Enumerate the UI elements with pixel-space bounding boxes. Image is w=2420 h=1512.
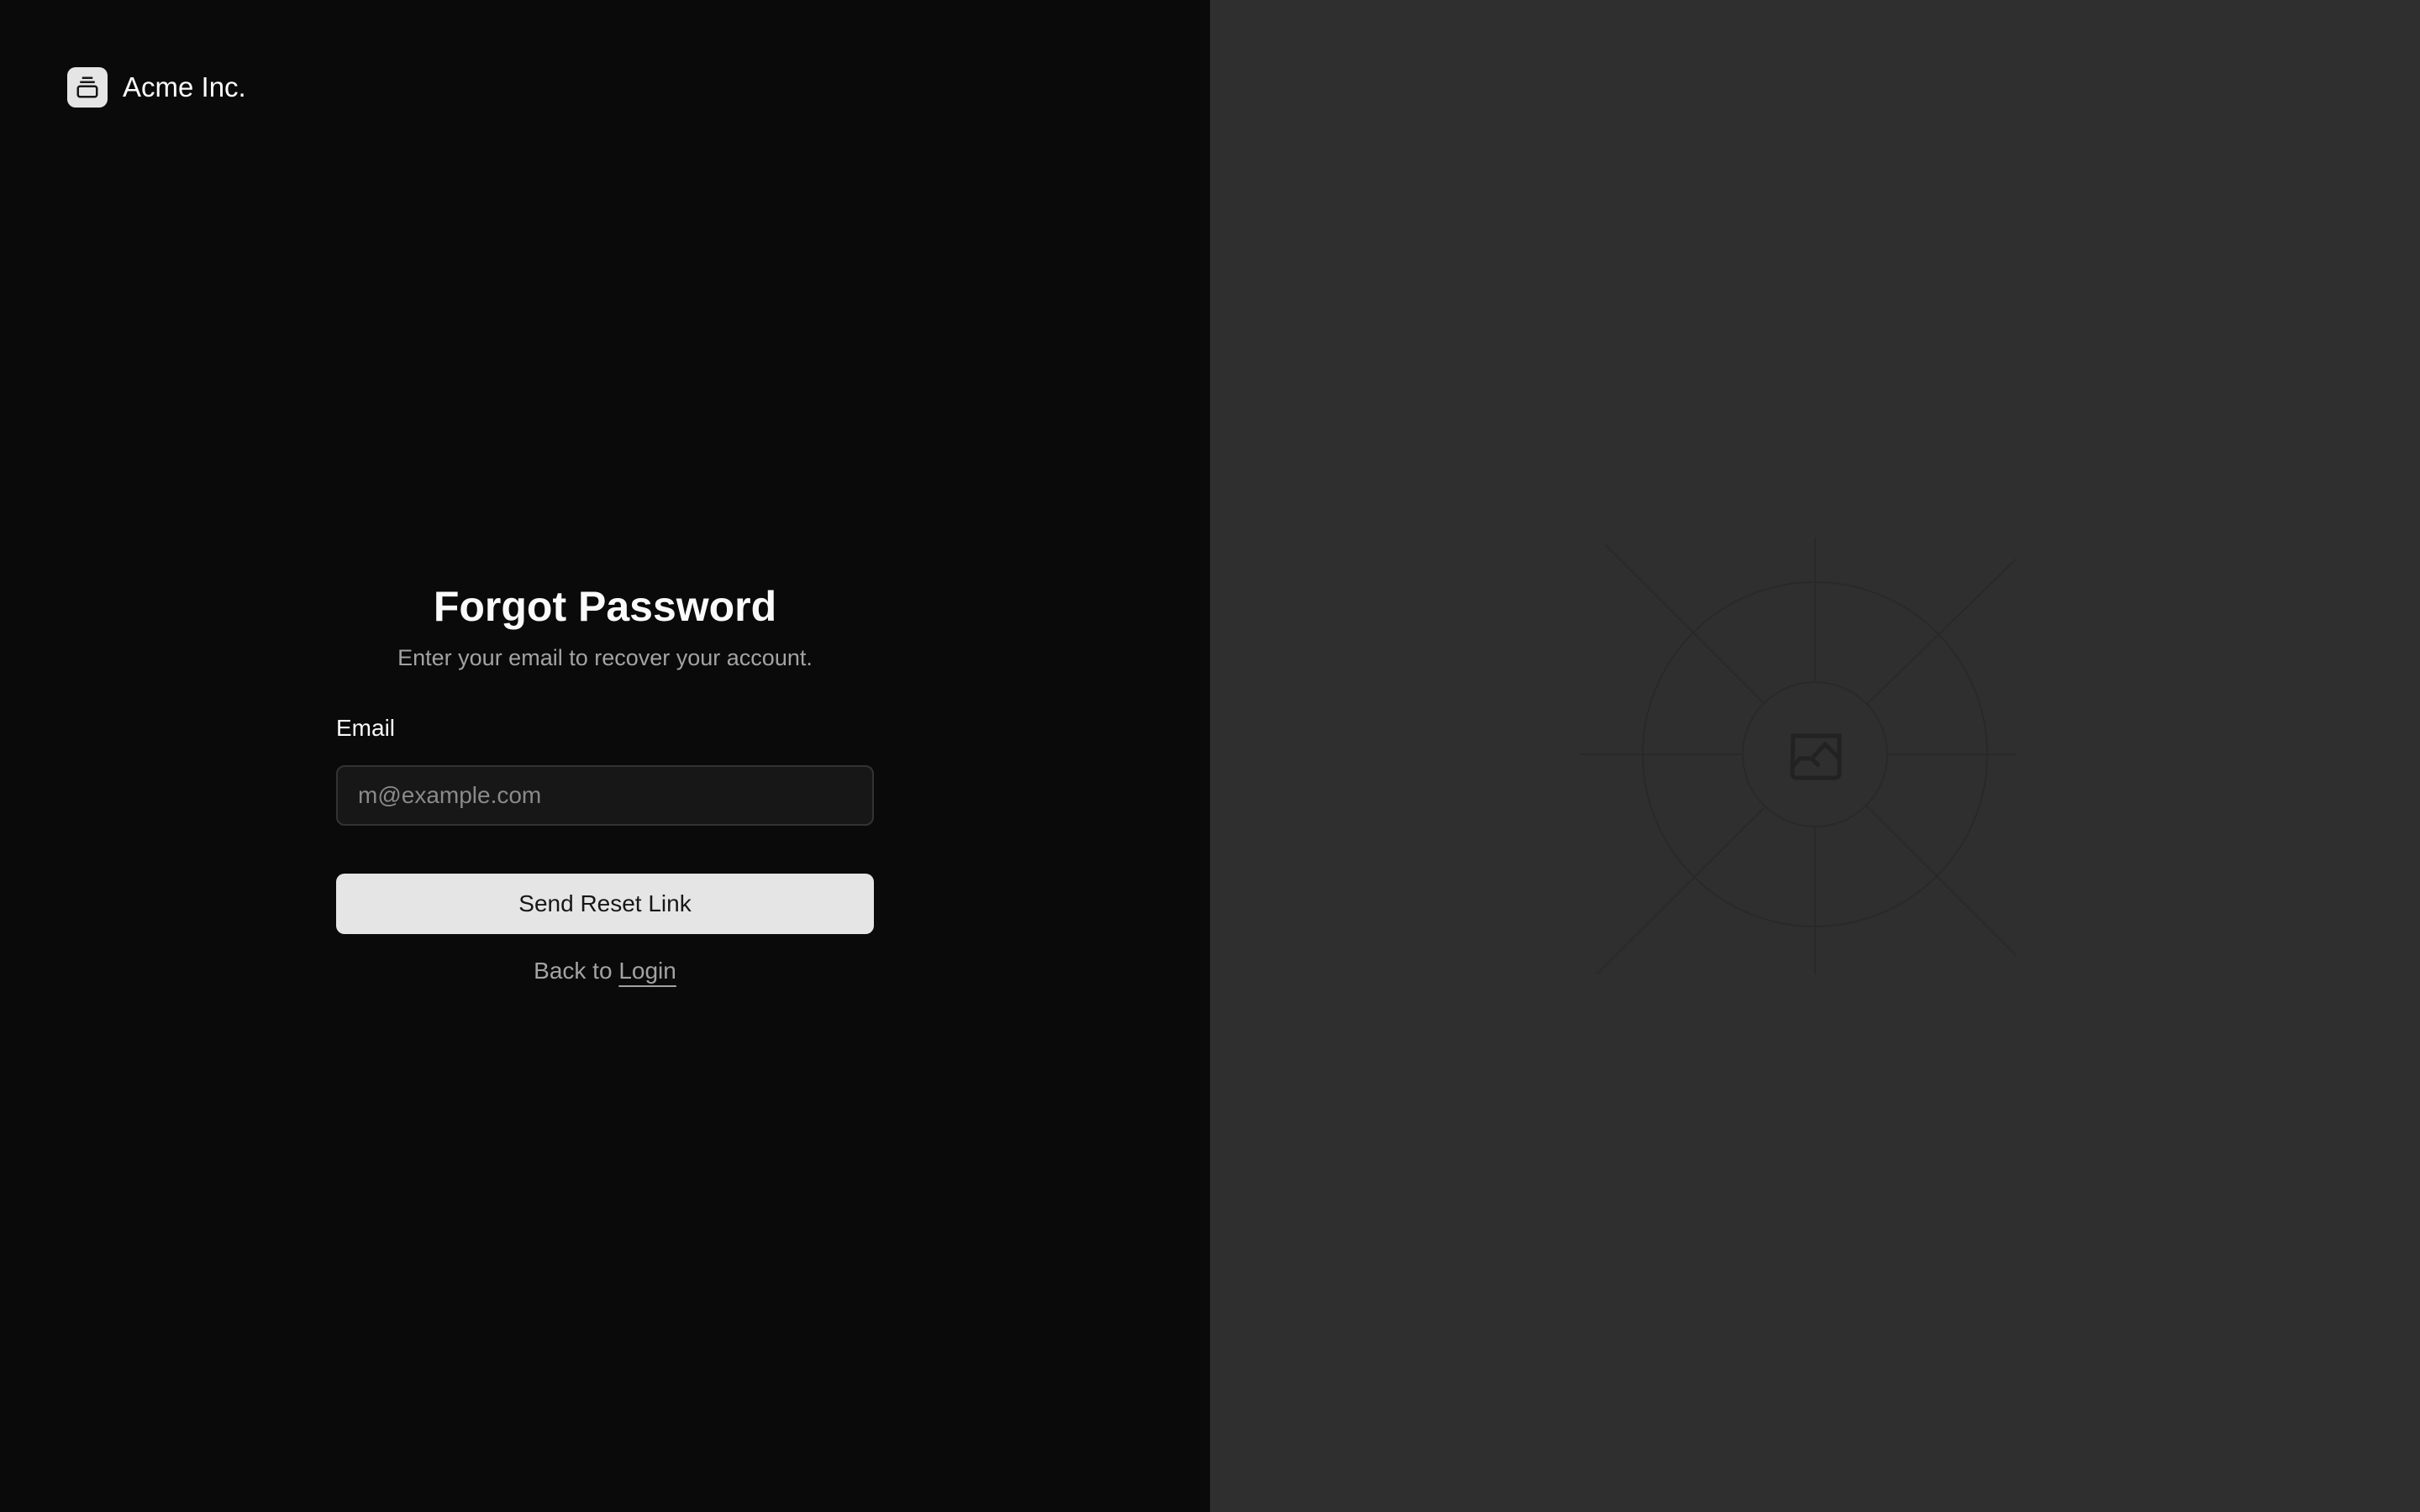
placeholder-image-panel (1210, 0, 2420, 1512)
login-panel: Acme Inc. Forgot Password Enter your ema… (0, 0, 1210, 1512)
gallery-icon (67, 67, 108, 108)
image-placeholder (1580, 538, 2017, 974)
page-title: Forgot Password (433, 583, 777, 630)
brand[interactable]: Acme Inc. (67, 67, 246, 108)
image-icon (1790, 733, 1842, 780)
email-label: Email (336, 715, 396, 741)
brand-name: Acme Inc. (123, 71, 246, 102)
send-reset-link-button[interactable]: Send Reset Link (336, 874, 874, 934)
page-subtitle: Enter your email to recover your account… (397, 645, 813, 670)
email-input[interactable] (336, 765, 874, 826)
login-link[interactable]: Login (618, 958, 676, 984)
back-prefix: Back to (534, 958, 619, 984)
back-to-login: Back to Login (336, 958, 874, 984)
forgot-password-form: Forgot Password Enter your email to reco… (336, 580, 874, 984)
